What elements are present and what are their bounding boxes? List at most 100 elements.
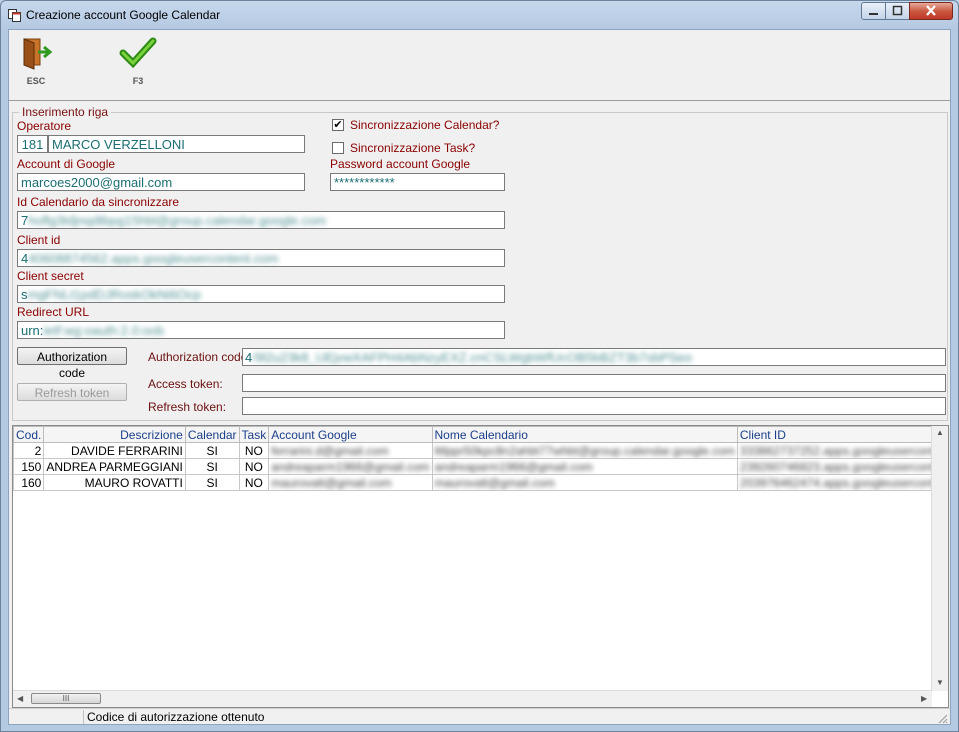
accounts-table: Cod. Descrizione Calendar Task Account G… [13,426,948,491]
sync-calendar-checkbox[interactable]: ✔ [332,119,344,131]
id-calendar-label: Id Calendario da sincronizzare [17,195,180,209]
accounts-grid[interactable]: Cod. Descrizione Calendar Task Account G… [12,425,949,708]
cell-calendar: SI [184,474,240,491]
column-header-descrizione[interactable]: Descrizione [43,426,186,443]
minimize-icon [869,13,878,15]
refresh-token-label: Refresh token: [148,400,227,414]
cell-account: ferrarini.d@gmail.com [268,442,433,459]
table-row[interactable]: 160 MAURO ROVATTI SI NO maurovatt@gmail.… [13,474,948,491]
toolbar: ESC F3 [9,30,950,101]
header-row: Cod. Descrizione Calendar Task Account G… [13,426,948,443]
app-window: Creazione account Google Calendar ESC F3… [0,0,959,732]
minimize-button[interactable] [861,2,886,20]
esc-label: ESC [26,76,46,86]
refresh-token-button[interactable]: Refresh token [17,383,127,401]
authorization-code-button[interactable]: Authorization code [17,347,127,380]
maximize-button[interactable] [885,2,910,20]
sync-task-checkbox[interactable] [332,142,344,154]
cell-client-id: 203976462474.apps.googleusercontent.com [736,474,948,491]
client-id-field[interactable]: 440608874562.apps.googleusercontent.com [17,249,505,267]
scroll-up-icon[interactable]: ▲ [936,428,944,437]
redirect-hidden: ietf:wg:oauth:2.0:oob [43,323,165,338]
access-token-label: Access token: [148,377,223,391]
scroll-down-icon[interactable]: ▼ [936,678,944,687]
authorization-code-field[interactable]: 4/9l2u23k8_UEjvwXAFPH4AbNzyEXZ.cnCSLWgbW… [242,348,946,366]
maximize-icon [892,5,903,16]
status-pane [9,710,84,724]
client-id-label: Client id [17,233,61,247]
cell-descrizione: DAVIDE FERRARINI [43,442,186,459]
cell-client-id-text: 333862737252.apps.googleusercontent.com [739,443,948,458]
authorization-code-hidden: /9l2u23k8_UEjvwXAFPH4AbNzyEXZ.cnCSLWgbWf… [252,350,693,365]
id-calendar-field[interactable]: 7hoflg3tdjnqdtbpg15hbl@group.calendar.go… [17,211,505,229]
sync-task-label: Sincronizzazione Task? [350,141,476,155]
f3-label: F3 [132,76,144,86]
client-id-hidden: 40608874562.apps.googleusercontent.com [28,251,279,266]
table-row[interactable]: 2 DAVIDE FERRARINI SI NO ferrarini.d@gma… [13,442,948,459]
window-title: Creazione account Google Calendar [26,8,221,22]
cell-cod: 160 [13,474,45,491]
checkmark-icon: ✔ [333,119,343,131]
redirect-field[interactable]: urn:ietf:wg:oauth:2.0:oob [17,321,505,339]
id-calendar-hidden: hoflg3tdjnqdtbpg15hbl@group.calendar.goo… [28,213,327,228]
password-field[interactable]: ************ [330,173,505,191]
cell-account-text: maurovatt@gmail.com [271,475,392,490]
cell-account: andreaparm1966@gmail.com [268,458,433,475]
operatore-code-field[interactable]: 181 [17,135,48,153]
cell-descrizione: MAURO ROVATTI [43,474,186,491]
client-area: ESC F3 Inserimento riga Operatore 181 MA… [8,29,951,725]
scroll-right-icon[interactable]: ▶ [921,694,927,703]
cell-calendario-text: lttlppr50kpc8n2ahbt77whbt@group.calendar… [434,443,735,458]
cell-calendario: lttlppr50kpc8n2ahbt77whbt@group.calendar… [431,442,738,459]
cell-task: NO [238,458,270,475]
refresh-token-field[interactable] [242,397,946,415]
cell-calendario: maurovatt@gmail.com [431,474,738,491]
client-secret-label: Client secret [17,269,84,283]
column-header-account[interactable]: Account Google [268,426,433,443]
column-header-task[interactable]: Task [238,426,270,443]
vertical-scrollbar[interactable]: ▲ ▼ [931,426,948,691]
group-title: Inserimento riga [22,105,109,119]
operatore-name-field[interactable]: MARCO VERZELLONI [48,135,305,153]
cell-account-text: andreaparm1966@gmail.com [271,459,430,474]
app-icon [8,9,21,22]
column-header-calendario[interactable]: Nome Calendario [431,426,738,443]
column-header-client-id[interactable]: Client ID [736,426,948,443]
resize-grip-icon[interactable] [936,712,948,724]
cell-client-id: 333862737252.apps.googleusercontent.com [736,442,948,459]
status-message: Codice di autorizzazione ottenuto [87,710,265,724]
account-label: Account di Google [17,157,116,171]
password-label: Password account Google [330,157,471,171]
account-field[interactable]: marcoes2000@gmail.com [17,173,305,191]
cell-account-text: ferrarini.d@gmail.com [271,443,389,458]
sync-calendar-label: Sincronizzazione Calendar? [350,118,500,132]
table-row[interactable]: 150 ANDREA PARMEGGIANI SI NO andreaparm1… [13,458,948,475]
f3-button[interactable]: F3 [111,36,165,94]
redirect-label: Redirect URL [17,305,90,319]
column-header-calendar[interactable]: Calendar [184,426,240,443]
column-header-cod[interactable]: Cod. [13,426,45,443]
close-button[interactable] [909,2,953,20]
client-secret-field[interactable]: smgFNLt1pdDJRoskOkNi6Ocp [17,285,505,303]
cell-task: NO [238,442,270,459]
exit-door-icon [23,38,53,70]
cell-calendario-text: andreaparm1966@gmail.com [434,459,593,474]
cell-client-id-text: 239260746823.apps.googleusercontent.com [739,459,948,474]
scroll-left-icon[interactable]: ◀ [17,694,23,703]
cell-account: maurovatt@gmail.com [268,474,433,491]
esc-button[interactable]: ESC [9,36,63,94]
cell-cod: 150 [13,458,45,475]
operatore-label: Operatore [17,119,72,133]
cell-calendario: andreaparm1966@gmail.com [431,458,738,475]
cell-descrizione: ANDREA PARMEGGIANI [43,458,186,475]
client-secret-hidden: mgFNLt1pdDJRoskOkNi6Ocp [27,287,201,302]
title-bar[interactable]: Creazione account Google Calendar [1,1,958,29]
horizontal-scrollbar[interactable]: ◀ III ▶ [13,690,932,707]
cell-client-id: 239260746823.apps.googleusercontent.com [736,458,948,475]
cell-client-id-text: 203976462474.apps.googleusercontent.com [739,475,948,490]
cell-cod: 2 [13,442,45,459]
access-token-field[interactable] [242,374,946,392]
cell-task: NO [238,474,270,491]
scroll-thumb[interactable]: III [31,693,101,704]
cell-calendar: SI [184,458,240,475]
